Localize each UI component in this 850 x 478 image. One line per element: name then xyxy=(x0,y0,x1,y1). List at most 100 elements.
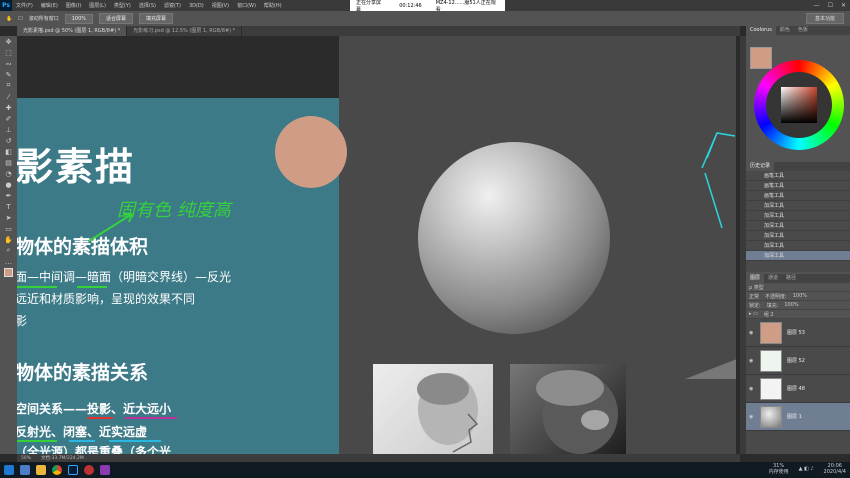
blur-tool-icon[interactable]: ◔ xyxy=(0,168,17,179)
tab-document-1[interactable]: 光影素描.psd @ 50% (图层 1, RGB/8#) * xyxy=(17,26,128,36)
layer-row-selected[interactable]: ◉ 图层 1 xyxy=(746,403,850,431)
close-icon[interactable]: ✕ xyxy=(841,2,846,9)
tab-paths[interactable]: 路径 xyxy=(782,274,800,283)
quick-select-tool-icon[interactable]: ✎ xyxy=(0,69,17,80)
crop-tool-icon[interactable]: ⌗ xyxy=(0,80,17,91)
marquee-tool-icon[interactable]: ⬚ xyxy=(0,47,17,58)
photoshop-taskbar-icon[interactable] xyxy=(68,465,78,475)
menu-3d[interactable]: 3D(D) xyxy=(185,3,208,9)
minimize-icon[interactable]: — xyxy=(814,2,820,9)
tab-coolorus[interactable]: Coolorus xyxy=(746,26,776,35)
tab-layers[interactable]: 图层 xyxy=(746,274,765,283)
workspace-select[interactable]: 基本功能 xyxy=(805,13,844,24)
lasso-tool-icon[interactable]: ∾ xyxy=(0,58,17,69)
blend-mode-select[interactable]: 正常 xyxy=(749,293,759,300)
menu-filter[interactable]: 滤镜(T) xyxy=(160,2,185,9)
underline-cyan-2 xyxy=(109,440,161,442)
history-item[interactable]: 画笔工具 xyxy=(746,181,850,191)
explorer-icon[interactable] xyxy=(20,465,30,475)
canvas-area[interactable]: 影素描 物体的素描体积 面—中间调—暗面（明暗交界线）—反光 远近和材质影响，呈… xyxy=(17,36,736,454)
clock-date: 2020/4/4 xyxy=(823,469,846,475)
foreground-color-swatch[interactable] xyxy=(750,47,772,69)
hand-tool-icon[interactable]: ✋ xyxy=(0,234,17,245)
history-item[interactable]: 加深工具 xyxy=(746,211,850,221)
saturation-square[interactable] xyxy=(781,87,817,123)
eraser-tool-icon[interactable]: ◧ xyxy=(0,146,17,157)
history-item[interactable]: 加深工具 xyxy=(746,221,850,231)
menu-edit[interactable]: 编辑(E) xyxy=(37,2,62,9)
color-swatches-icon[interactable] xyxy=(0,267,17,278)
chrome-icon[interactable] xyxy=(52,465,62,475)
scroll-all-checkbox[interactable]: ☐ xyxy=(18,16,22,22)
underline-red xyxy=(87,417,113,419)
eye-icon[interactable]: ◉ xyxy=(749,414,755,420)
underline-green-2 xyxy=(77,286,107,288)
tray-icons[interactable]: ▲ ◧ ♪ xyxy=(799,466,814,472)
zoom-100-button[interactable]: 100% xyxy=(64,13,94,24)
history-item[interactable]: 画笔工具 xyxy=(746,191,850,201)
layer-row[interactable]: ◉ 图层 53 xyxy=(746,319,850,347)
app-icon-2[interactable] xyxy=(100,465,110,475)
color-panel-tabs: Coolorus 颜色 色板 xyxy=(746,26,850,35)
menu-select[interactable]: 选择(S) xyxy=(135,2,160,9)
shape-tool-icon[interactable]: ▭ xyxy=(0,223,17,234)
eye-icon[interactable]: ◉ xyxy=(749,330,755,336)
layer-filter-row: ρ 类型 xyxy=(746,283,850,292)
screen-share-bar: 正在分享屏幕 00:12:46 MZ4-12......服51人正在观看 xyxy=(350,0,505,13)
layer-row[interactable]: ◉ 图层 48 xyxy=(746,375,850,403)
layer-group-row[interactable]: ▸ ▭ 组 2 xyxy=(746,310,850,319)
dodge-tool-icon[interactable]: ● xyxy=(0,179,17,190)
eyedropper-tool-icon[interactable]: ⁄ xyxy=(0,91,17,102)
menu-image[interactable]: 图像(I) xyxy=(62,2,85,9)
zoom-tool-icon[interactable]: ⌕ xyxy=(0,245,17,256)
menu-view[interactable]: 视图(V) xyxy=(208,2,233,9)
path-select-tool-icon[interactable]: ➤ xyxy=(0,212,17,223)
tab-swatches[interactable]: 色板 xyxy=(794,26,812,35)
history-item-selected[interactable]: 加深工具 xyxy=(746,251,850,261)
history-item[interactable]: 加深工具 xyxy=(746,241,850,251)
fit-screen-button[interactable]: 适合屏幕 xyxy=(99,13,134,24)
start-icon[interactable] xyxy=(4,465,14,475)
menu-layer[interactable]: 图层(L) xyxy=(85,2,110,9)
healing-tool-icon[interactable]: ✚ xyxy=(0,102,17,113)
tab-color[interactable]: 颜色 xyxy=(776,26,794,35)
tab-history[interactable]: 历史记录 xyxy=(746,162,775,171)
opacity-value[interactable]: 100% xyxy=(793,293,807,299)
sketch-sphere xyxy=(418,142,610,334)
history-item[interactable]: 画笔工具 xyxy=(746,171,850,181)
folder-icon[interactable] xyxy=(36,465,46,475)
gradient-tool-icon[interactable]: ▤ xyxy=(0,157,17,168)
brush-tool-icon[interactable]: ✐ xyxy=(0,113,17,124)
tab-document-2[interactable]: 光影练习.psd @ 12.5% (图层 1, RGB/8#) * xyxy=(127,26,243,36)
menu-file[interactable]: 文件(F) xyxy=(12,2,37,9)
stamp-tool-icon[interactable]: ⊥ xyxy=(0,124,17,135)
fill-screen-button[interactable]: 填充屏幕 xyxy=(139,13,174,24)
history-panel: 历史记录 画笔工具 画笔工具 画笔工具 加深工具 加深工具 加深工具 加深工具 … xyxy=(746,162,850,272)
layer-thumbnail xyxy=(760,405,782,428)
pen-tool-icon[interactable]: ✒ xyxy=(0,190,17,201)
annotation-arrow xyxy=(88,213,133,242)
statue-photo-image xyxy=(510,364,626,454)
layer-filter-select[interactable]: ρ 类型 xyxy=(749,284,764,291)
layer-name: 图层 48 xyxy=(787,386,805,392)
menu-help[interactable]: 帮助(H) xyxy=(260,2,286,9)
history-brush-tool-icon[interactable]: ↺ xyxy=(0,135,17,146)
menu-type[interactable]: 类型(Y) xyxy=(110,2,135,9)
eye-icon[interactable]: ◉ xyxy=(749,386,755,392)
eye-icon[interactable]: ◉ xyxy=(749,358,755,364)
move-tool-icon[interactable]: ✥ xyxy=(0,36,17,47)
type-tool-icon[interactable]: T xyxy=(0,201,17,212)
clock[interactable]: 20:06 2020/4/4 xyxy=(824,463,846,475)
layer-row[interactable]: ◉ 图层 52 xyxy=(746,347,850,375)
maximize-icon[interactable]: ☐ xyxy=(828,2,833,9)
history-item[interactable]: 加深工具 xyxy=(746,231,850,241)
fill-value[interactable]: 100% xyxy=(784,302,798,308)
menu-window[interactable]: 窗口(W) xyxy=(233,2,260,9)
app-icon[interactable] xyxy=(84,465,94,475)
tab-channels[interactable]: 通道 xyxy=(764,274,782,283)
color-wheel[interactable] xyxy=(754,60,844,150)
history-item[interactable]: 加深工具 xyxy=(746,201,850,211)
status-zoom[interactable]: 50% xyxy=(21,456,31,461)
hand-tool-icon[interactable]: ✋ xyxy=(6,16,12,22)
more-tools-icon[interactable]: … xyxy=(0,256,17,267)
